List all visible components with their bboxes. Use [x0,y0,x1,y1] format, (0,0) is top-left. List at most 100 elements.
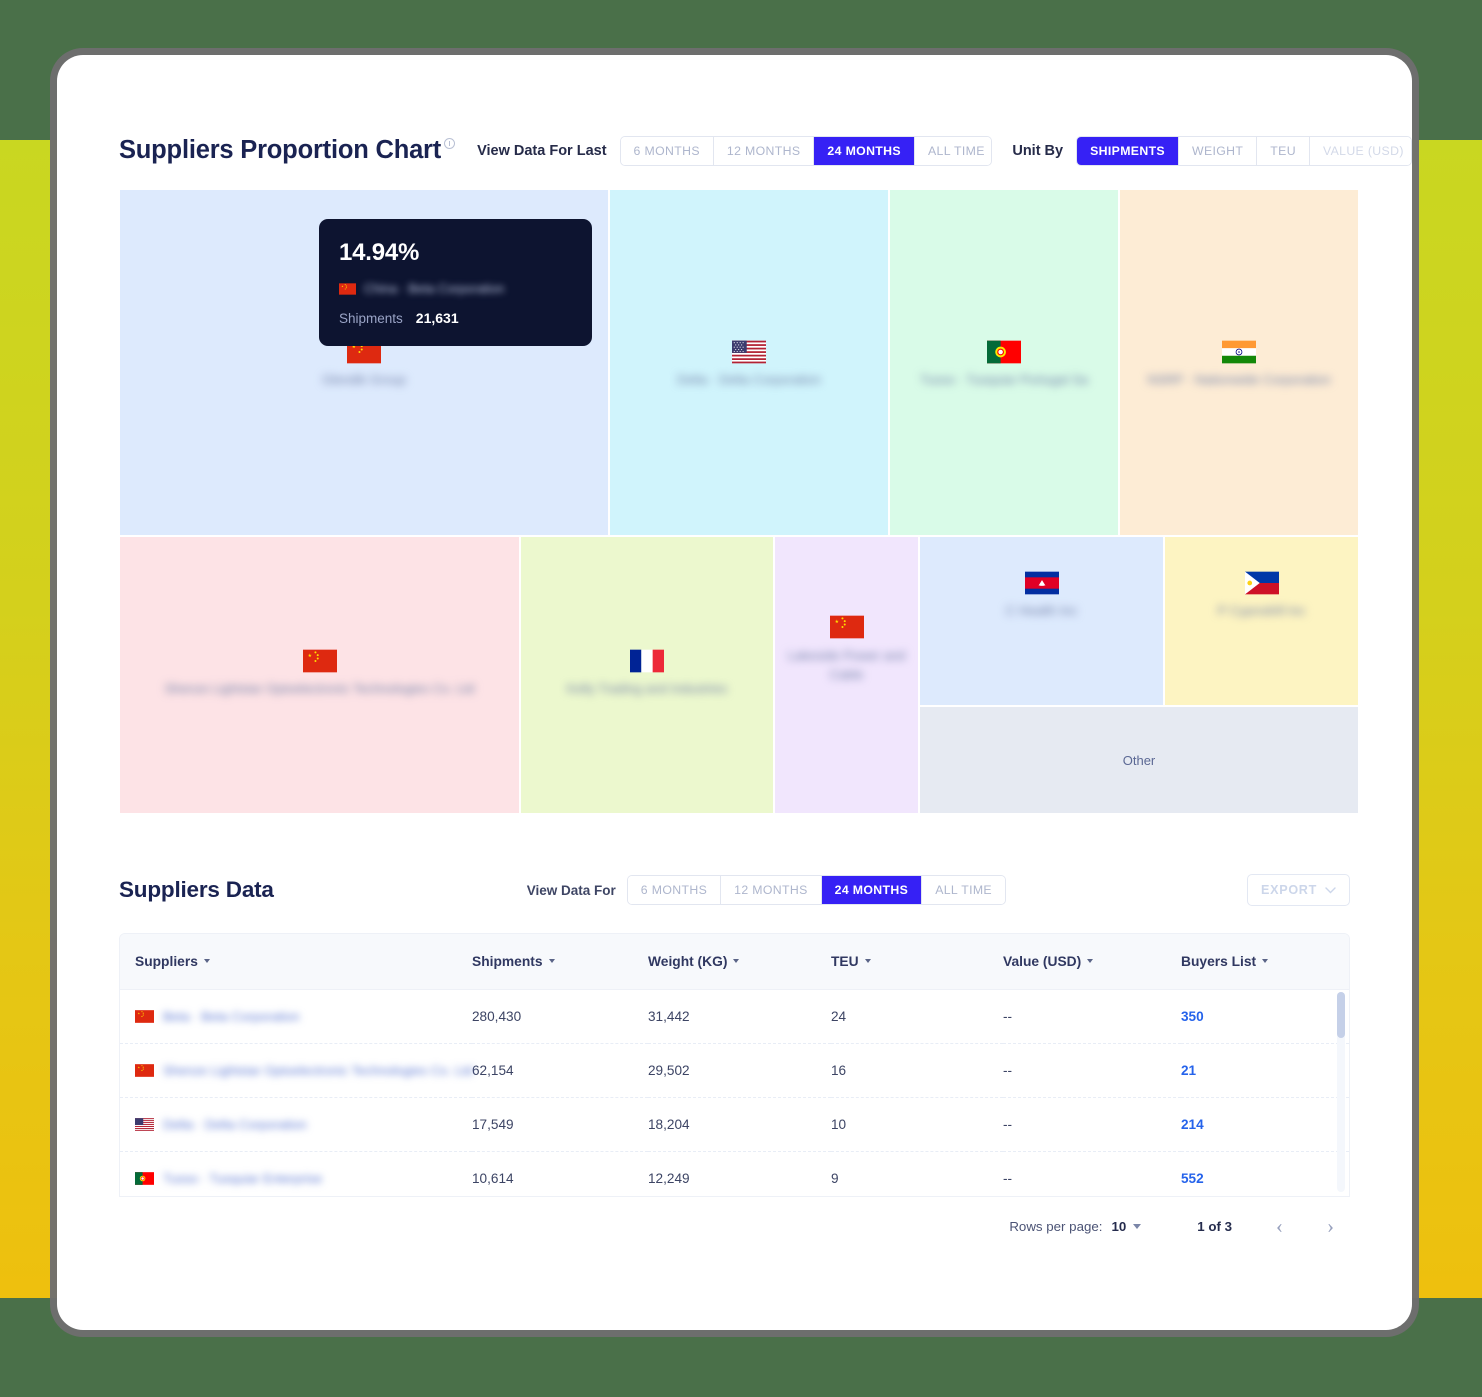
table-header-row: Suppliers Shipments Weight (KG) TEU Valu… [120,934,1349,990]
cell-teu: 24 [831,989,1003,1044]
flag-kh-icon [1024,571,1059,595]
flag-fr-icon [630,649,664,673]
column-label: Value (USD) [1003,953,1082,969]
column-label: Shipments [472,953,543,969]
rows-per-page-value[interactable]: 10 [1111,1219,1126,1234]
table-range-all-time-button[interactable]: ALL TIME [922,876,1005,904]
cell-value: -- [1003,1151,1181,1196]
time-range-segmented-control[interactable]: 6 MONTHS 12 MONTHS 24 MONTHS ALL TIME [619,135,993,166]
sort-caret-icon[interactable] [733,959,740,964]
treemap-cell-label: Delta · Delta Corporation [677,372,821,387]
table-row[interactable]: Tusso · Tusquiar Enterprise 10,614 12,24… [120,1151,1349,1196]
table-head: Suppliers Shipments Weight (KG) TEU Valu… [120,934,1349,990]
flag-us-icon [135,1117,154,1131]
treemap-cell-0[interactable]: Glendik Group [119,189,609,536]
flag-pt-icon [135,1171,154,1185]
sort-caret-icon[interactable] [203,959,210,964]
rows-per-page-caret-icon[interactable] [1133,1224,1142,1229]
column-header-value-usd[interactable]: Value (USD) [1003,934,1181,990]
range-all-time-button[interactable]: ALL TIME [914,136,992,165]
treemap-cell-1[interactable]: Delta · Delta Corporation [609,189,889,536]
flag-cn-icon [347,340,381,364]
treemap-cell-7[interactable]: C Health Inc [919,536,1164,706]
column-header-shipments[interactable]: Shipments [472,934,648,990]
cell-supplier[interactable]: Tusso · Tusquiar Enterprise [120,1151,472,1196]
view-data-for-last-label: View Data For Last [477,142,607,159]
cell-buyers-list[interactable]: 350 [1181,989,1349,1044]
supplier-name: Delta · Delta Corporation [163,1116,307,1132]
unit-segmented-control[interactable]: SHIPMENTS WEIGHT TEU VALUE (USD) [1076,135,1412,166]
treemap-cell-8[interactable]: P Cyprodrill Inc [1164,536,1359,706]
flag-ph-icon [1244,571,1279,595]
cell-teu: 10 [831,1097,1003,1152]
treemap-cell-3[interactable]: NSRP · Nationwide Corporation [1119,189,1359,536]
treemap-cell-label: NSRP · Nationwide Corporation [1147,372,1331,387]
range-12-months-button[interactable]: 12 MONTHS [713,136,815,165]
table-range-24-months-button[interactable]: 24 MONTHS [821,876,923,904]
cell-weight: 31,442 [648,989,831,1044]
table-title: Suppliers Data [119,877,274,902]
treemap-cell-5[interactable]: Kelly Trading and Industries [520,536,774,814]
export-button[interactable]: EXPORT [1247,874,1350,906]
supplier-name: Shenze Lightstar Optoelectronic Technolo… [163,1062,473,1078]
treemap-cell-2[interactable]: Tusso · Tusquiar Portugal Sa [889,189,1119,536]
export-label: EXPORT [1261,883,1317,897]
unit-teu-button[interactable]: TEU [1257,136,1310,165]
table-body: Beta · Beta Corporation 280,430 31,442 2… [120,989,1349,1196]
rows-per-page-label: Rows per page: [1009,1219,1103,1234]
chevron-right-icon[interactable]: › [1327,1216,1334,1237]
column-label: Suppliers [135,953,198,969]
sort-caret-icon[interactable] [548,959,555,964]
table-row[interactable]: Shenze Lightstar Optoelectronic Technolo… [120,1043,1349,1098]
table-scrollbar[interactable] [1337,992,1345,1192]
treemap-cell-label: P Cyprodrill Inc [1217,603,1306,618]
treemap-cell-other[interactable]: Other [919,706,1359,814]
unit-by-label: Unit By [1012,142,1064,159]
suppliers-data-section: Suppliers Data View Data For 6 MONTHS 12… [119,864,1350,1237]
flag-cn-icon [829,615,864,639]
treemap-cell-4[interactable]: Shenze Lightstar Optoelectronic Technolo… [119,536,520,814]
cell-buyers-list[interactable]: 21 [1181,1043,1349,1098]
table-row[interactable]: Delta · Delta Corporation 17,549 18,204 … [120,1097,1349,1152]
flag-cn-icon [135,1063,154,1077]
cell-buyers-list[interactable]: 214 [1181,1097,1349,1152]
column-header-suppliers[interactable]: Suppliers [120,934,472,990]
treemap-cell-label: Lakeside Power and Cable [787,648,906,682]
flag-us-icon [732,340,766,364]
cell-supplier[interactable]: Beta · Beta Corporation [120,989,472,1044]
cell-value: -- [1003,989,1181,1044]
column-header-buyers-list[interactable]: Buyers List [1181,934,1349,990]
column-header-weight[interactable]: Weight (KG) [648,934,831,990]
range-24-months-button[interactable]: 24 MONTHS [814,136,915,165]
cell-buyers-list[interactable]: 552 [1181,1151,1349,1196]
suppliers-treemap-chart: Glendik Group Delta · Delta Corporation … [119,189,1359,814]
info-circle-icon[interactable] [444,138,456,149]
cell-teu: 16 [831,1043,1003,1098]
sort-caret-icon[interactable] [1262,959,1269,964]
sort-caret-icon[interactable] [1087,959,1094,964]
column-header-teu[interactable]: TEU [831,934,1003,990]
cell-supplier[interactable]: Shenze Lightstar Optoelectronic Technolo… [120,1043,473,1098]
table-scrollbar-thumb[interactable] [1337,992,1345,1038]
suppliers-data-table-wrapper: Suppliers Shipments Weight (KG) TEU Valu… [119,933,1350,1197]
page-title: Suppliers Proportion Chart [119,136,442,164]
table-range-6-months-button[interactable]: 6 MONTHS [627,876,722,904]
cell-value: -- [1003,1043,1181,1098]
chart-header: Suppliers Proportion Chart View Data For… [57,55,1412,173]
unit-weight-button[interactable]: WEIGHT [1178,136,1258,165]
chevron-left-icon[interactable]: ‹ [1276,1216,1283,1237]
cell-weight: 12,249 [648,1151,831,1196]
sort-caret-icon[interactable] [864,959,871,964]
treemap-cell-label: C Health Inc [1005,603,1078,618]
cell-teu: 9 [831,1151,1003,1196]
table-row[interactable]: Beta · Beta Corporation 280,430 31,442 2… [120,989,1349,1044]
column-label: TEU [831,953,859,969]
table-range-12-months-button[interactable]: 12 MONTHS [721,876,822,904]
range-6-months-button[interactable]: 6 MONTHS [620,136,714,165]
cell-supplier[interactable]: Delta · Delta Corporation [120,1097,472,1152]
cell-shipments: 62,154 [472,1043,648,1098]
unit-shipments-button[interactable]: SHIPMENTS [1077,136,1179,165]
treemap-cell-label: Kelly Trading and Industries [566,681,728,696]
treemap-cell-6[interactable]: Lakeside Power and Cable [774,536,919,814]
table-time-range-segmented-control[interactable]: 6 MONTHS 12 MONTHS 24 MONTHS ALL TIME [626,875,1006,905]
